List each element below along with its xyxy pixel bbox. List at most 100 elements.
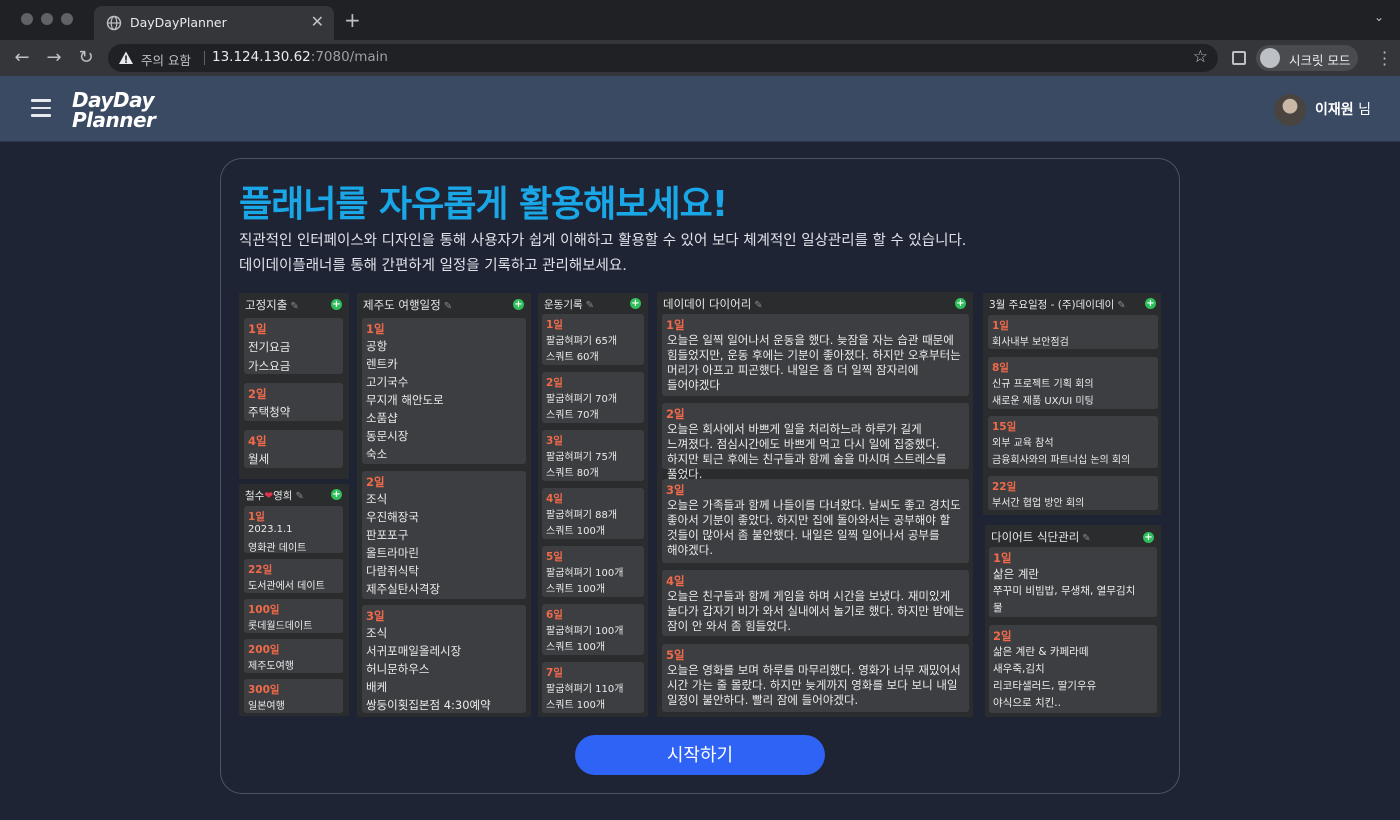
add-entry-icon[interactable]: + xyxy=(513,299,524,310)
user-name: 이재원 xyxy=(1315,102,1354,118)
url-text: 13.124.130.62:7080/main xyxy=(212,49,388,65)
planner-entry[interactable]: 5일 팔굽혀펴기 100개 스쿼트 100개 xyxy=(542,546,644,597)
entry-line: 외부 교육 참석 xyxy=(992,438,1054,449)
app-logo[interactable]: DayDay Planner xyxy=(72,90,156,130)
browser-tab[interactable]: DayDayPlanner ✕ xyxy=(94,6,334,40)
planner-title-text: 운동기록 xyxy=(544,299,583,311)
window-close-dot[interactable] xyxy=(21,13,33,25)
side-panel-icon[interactable] xyxy=(1232,51,1246,65)
entry-line: 야식으로 치킨.. xyxy=(993,697,1061,709)
address-bar[interactable]: 주의 요함 13.124.130.62:7080/main ☆ xyxy=(108,44,1218,72)
pencil-icon[interactable]: ✎ xyxy=(586,300,594,311)
avatar[interactable] xyxy=(1274,94,1306,126)
tab-close-icon[interactable]: ✕ xyxy=(311,12,324,31)
entry-day: 1일 xyxy=(992,320,1009,332)
tab-title: DayDayPlanner xyxy=(130,15,227,30)
planner-entry[interactable]: 1일 삶은 계란 쭈꾸미 비빔밥, 무생채, 열무김치 물 xyxy=(989,547,1157,617)
entry-day: 4일 xyxy=(546,493,563,505)
add-entry-icon[interactable]: + xyxy=(331,299,342,310)
entry-day: 100일 xyxy=(248,604,280,616)
planner-entry[interactable]: 3일 오늘은 가족들과 함께 나들이를 다녀왔다. 날씨도 좋고 경치도 좋아서… xyxy=(662,479,969,563)
browser-toolbar: ← → ↻ 주의 요함 13.124.130.62:7080/main ☆ 시크… xyxy=(0,40,1400,76)
planner-entry[interactable]: 2일 삶은 계란 & 카페라떼 새우죽,김치 리코타샐러드, 딸기우유 야식으로… xyxy=(989,625,1157,713)
planner-entry[interactable]: 1일 전기요금 가스요금 xyxy=(244,318,343,374)
planner-entry[interactable]: 15일 외부 교육 참석 금융회사와의 파트너십 논의 회의 xyxy=(988,416,1158,468)
browser-menu-icon[interactable]: · · · xyxy=(1382,45,1387,73)
planner-title: 철수❤영희 ✎ xyxy=(245,488,304,503)
planner-title: 고정지출 ✎ xyxy=(245,297,299,313)
planner-entry[interactable]: 4일 오늘은 친구들과 함께 게임을 하며 시간을 보냈다. 재미있게 놀다가 … xyxy=(662,570,969,636)
entry-line: 공항 xyxy=(366,339,388,353)
pencil-icon[interactable]: ✎ xyxy=(290,301,298,312)
entry-day: 1일 xyxy=(546,319,563,331)
incognito-badge[interactable]: 시크릿 모드 xyxy=(1256,45,1358,71)
entry-line: 2023.1.1 xyxy=(248,524,293,535)
pencil-icon[interactable]: ✎ xyxy=(1082,533,1090,544)
planner-entry[interactable]: 100일 롯데월드데이트 xyxy=(244,599,343,633)
planner-workout-log: 운동기록 ✎ + 1일 팔굽혀펴기 65개 스쿼트 60개 2일 팔굽혀펴기 70… xyxy=(538,293,648,717)
forward-icon[interactable]: → xyxy=(44,48,64,68)
entry-line: 월세 xyxy=(248,452,270,466)
planner-entry[interactable]: 200일 제주도여행 xyxy=(244,639,343,673)
planner-entry[interactable]: 4일 팔굽혀펴기 88개 스쿼트 100개 xyxy=(542,488,644,539)
pencil-icon[interactable]: ✎ xyxy=(295,491,303,502)
entry-day: 2일 xyxy=(546,377,563,389)
planner-entry[interactable]: 1일 오늘은 일찍 일어나서 운동을 했다. 늦잠을 자는 습관 때문에 힘들었… xyxy=(662,314,969,396)
planner-title: 다이어트 식단관리 ✎ xyxy=(991,529,1091,545)
planner-diet: 다이어트 식단관리 ✎ + 1일 삶은 계란 쭈꾸미 비빔밥, 무생채, 열무김치… xyxy=(985,525,1161,717)
planner-diary: 데이데이 다이어리 ✎ + 1일 오늘은 일찍 일어나서 운동을 했다. 늦잠을 … xyxy=(657,292,973,717)
planner-fixed-expenses: 고정지출 ✎ + 1일 전기요금 가스요금 2일 주택청약 4일 월세 xyxy=(239,293,349,479)
planner-entry[interactable]: 2일 조식 우진해장국 판포포구 올트라마린 다람쥐식탁 제주실탄사격장 xyxy=(362,471,526,599)
pencil-icon[interactable]: ✎ xyxy=(444,301,452,312)
planner-entry[interactable]: 1일 팔굽혀펴기 65개 스쿼트 60개 xyxy=(542,314,644,365)
planner-entry[interactable]: 1일 2023.1.1 영화관 데이트 xyxy=(244,506,343,554)
planner-entry[interactable]: 1일 공항 렌트카 고기국수 무지개 해안도로 소품샵 동문시장 숙소 xyxy=(362,318,526,464)
entry-line: 전기요금 xyxy=(248,340,291,354)
pencil-icon[interactable]: ✎ xyxy=(1117,300,1125,311)
entry-day: 1일 xyxy=(366,322,385,336)
planner-entry[interactable]: 8일 신규 프로젝트 기획 회의 새로운 제품 UX/UI 미팅 xyxy=(988,357,1158,409)
add-entry-icon[interactable]: + xyxy=(331,489,342,500)
tab-search-chevron-icon[interactable]: ⌄ xyxy=(1374,10,1384,24)
planner-entry[interactable]: 3일 조식 서귀포매일올레시장 허니문하우스 배케 쌍둥이횟집본점 4:30예약 xyxy=(362,605,526,713)
planner-march-schedule: 3월 주요일정 - (주)데이데이 ✎ + 1일 회사내부 보안점검 8일 신규 … xyxy=(983,293,1161,515)
entry-line: 서귀포매일올레시장 xyxy=(366,644,462,658)
page-headline: 플래너를 자유롭게 활용해보세요! xyxy=(239,184,728,225)
planner-entry[interactable]: 6일 팔굽혀펴기 100개 스쿼트 100개 xyxy=(542,604,644,655)
entry-line: 스쿼트 100개 xyxy=(546,526,606,537)
new-tab-icon[interactable]: + xyxy=(344,8,361,32)
intro-description-2: 데이데이플래너를 통해 간편하게 일정을 기록하고 관리해보세요. xyxy=(239,258,627,274)
planner-entry[interactable]: 4일 월세 xyxy=(244,430,343,468)
planner-entry[interactable]: 2일 오늘은 회사에서 바쁘게 일을 처리하느라 하루가 길게 느껴졌다. 점심… xyxy=(662,403,969,481)
app-header: DayDay Planner 이재원 님 xyxy=(0,76,1400,142)
planner-entry[interactable]: 7일 팔굽혀펴기 110개 스쿼트 100개 xyxy=(542,662,644,713)
entry-line: 조식 xyxy=(366,492,388,506)
entry-line: 새우죽,김치 xyxy=(993,663,1045,675)
planner-title-text: 데이데이 다이어리 xyxy=(663,297,752,311)
planner-entry[interactable]: 300일 일본여행 xyxy=(244,679,343,713)
planner-entry[interactable]: 1일 회사내부 보안점검 xyxy=(988,315,1158,349)
pencil-icon[interactable]: ✎ xyxy=(754,300,762,311)
entry-line: 소품샵 xyxy=(366,411,398,425)
add-entry-icon[interactable]: + xyxy=(1145,298,1156,309)
planner-entry[interactable]: 22일 도서관에서 데이트 xyxy=(244,559,343,593)
address-separator xyxy=(204,51,205,65)
entry-line: 도서관에서 데이트 xyxy=(248,581,325,592)
back-icon[interactable]: ← xyxy=(12,48,32,68)
add-entry-icon[interactable]: + xyxy=(1143,532,1154,543)
window-minimize-dot[interactable] xyxy=(41,13,53,25)
start-button[interactable]: 시작하기 xyxy=(575,735,825,775)
entry-day: 5일 xyxy=(546,551,563,563)
hamburger-menu-icon[interactable] xyxy=(31,99,51,117)
planner-entry[interactable]: 2일 주택청약 xyxy=(244,383,343,421)
window-zoom-dot[interactable] xyxy=(61,13,73,25)
add-entry-icon[interactable]: + xyxy=(955,298,966,309)
add-entry-icon[interactable]: + xyxy=(630,298,641,309)
planner-entry[interactable]: 22일 부서간 협업 방안 회의 xyxy=(988,476,1158,510)
user-name-label[interactable]: 이재원 님 xyxy=(1315,99,1371,119)
planner-entry[interactable]: 2일 팔굽혀펴기 70개 스쿼트 70개 xyxy=(542,372,644,423)
planner-entry[interactable]: 5일 오늘은 영화를 보며 하루를 마무리했다. 영화가 너무 재밌어서 시간 … xyxy=(662,644,969,712)
bookmark-star-icon[interactable]: ☆ xyxy=(1193,47,1208,67)
planner-entry[interactable]: 3일 팔굽혀펴기 75개 스쿼트 80개 xyxy=(542,430,644,481)
reload-icon[interactable]: ↻ xyxy=(76,48,96,68)
